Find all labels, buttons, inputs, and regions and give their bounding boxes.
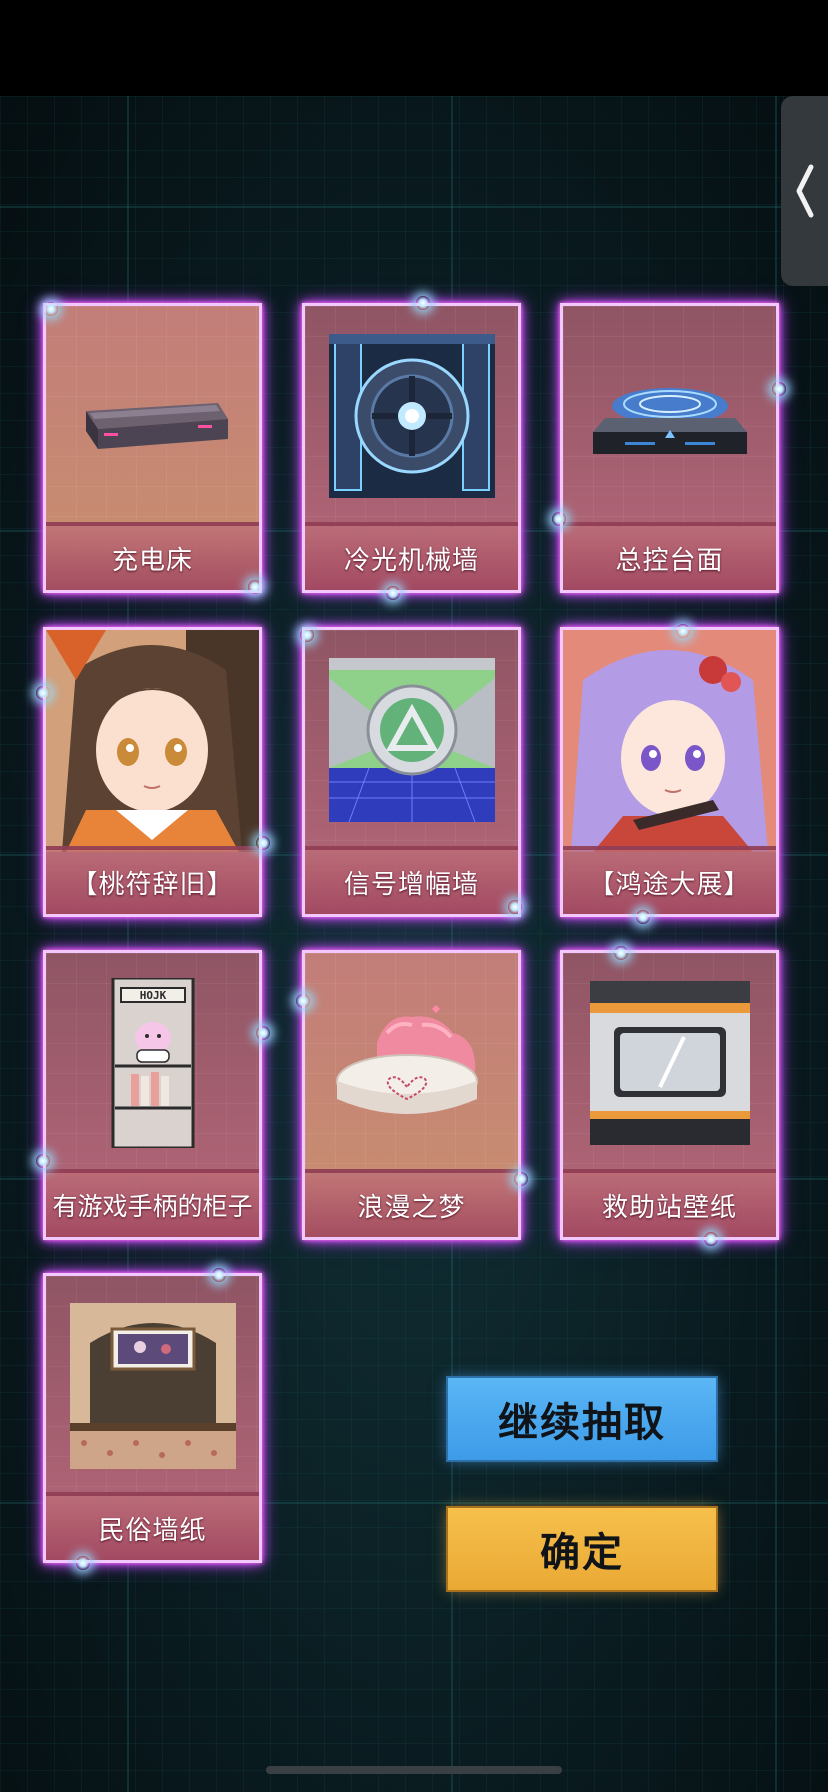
card-label: 信号增幅墙 (343, 869, 479, 900)
card-label-bar: 【桃符辞旧】 (46, 846, 259, 914)
character-portrait-brown-hair (46, 630, 259, 852)
game-cabinet-art: HOJK (111, 978, 194, 1148)
mech-wall-art (328, 334, 495, 498)
card-art (46, 1276, 259, 1496)
card-art: HOJK (46, 953, 259, 1173)
card-label-bar: 充电床 (46, 522, 259, 590)
card-label-bar: 有游戏手柄的柜子 (46, 1169, 259, 1237)
sparkle-icon (256, 1026, 270, 1040)
gacha-result-screen: 充电床 冷光机械墙 总控台面 【桃符辞旧】 信号增幅墙 【鸿途大展】 HOJK … (0, 0, 828, 1792)
sparkle-icon (248, 580, 262, 594)
sparkle-icon (296, 994, 310, 1008)
card-label-bar: 民俗墙纸 (46, 1492, 259, 1560)
romantic-bed-art (335, 1005, 478, 1114)
reward-card-game-cabinet[interactable]: HOJK 有游戏手柄的柜子 (43, 950, 262, 1240)
card-art (46, 306, 259, 526)
card-label: 【鸿途大展】 (588, 869, 751, 900)
card-label-bar: 冷光机械墙 (305, 522, 518, 590)
card-label: 冷光机械墙 (343, 545, 479, 576)
card-label-bar: 救助站壁纸 (563, 1169, 776, 1237)
control-console-art (592, 388, 747, 454)
reward-card-girl-brown-hair[interactable]: 【桃符辞旧】 (43, 627, 262, 917)
chevron-left-icon (796, 164, 813, 218)
card-art (563, 953, 776, 1173)
sparkle-icon (676, 624, 690, 638)
reward-card-folk-wallpaper[interactable]: 民俗墙纸 (43, 1273, 262, 1563)
status-bar-area (0, 0, 828, 96)
reward-card-charging-bed[interactable]: 充电床 (43, 303, 262, 593)
card-art (305, 953, 518, 1173)
sparkle-icon (76, 1556, 90, 1570)
reward-card-girl-purple-hair[interactable]: 【鸿途大展】 (560, 627, 779, 917)
reward-card-signal-wall[interactable]: 信号增幅墙 (302, 627, 521, 917)
sparkle-icon (300, 628, 314, 642)
character-portrait-purple-hair (563, 630, 776, 852)
signal-wall-art (328, 658, 495, 822)
svg-text:HOJK: HOJK (139, 989, 166, 1002)
card-label-bar: 【鸿途大展】 (563, 846, 776, 914)
sparkle-icon (44, 302, 58, 316)
card-label: 【桃符辞旧】 (71, 869, 234, 900)
sparkle-icon (514, 1172, 528, 1186)
reward-card-romantic-bed[interactable]: 浪漫之梦 (302, 950, 521, 1240)
sparkle-icon (772, 382, 786, 396)
sparkle-icon (508, 900, 522, 914)
home-indicator[interactable] (266, 1766, 562, 1774)
sparkle-icon (36, 686, 50, 700)
card-label-bar: 总控台面 (563, 522, 776, 590)
card-art (305, 630, 518, 850)
reward-card-rescue-wallpaper[interactable]: 救助站壁纸 (560, 950, 779, 1240)
card-art (46, 630, 259, 852)
rescue-wallpaper-art (589, 981, 750, 1145)
card-label: 民俗墙纸 (98, 1515, 207, 1546)
sparkle-icon (212, 1268, 226, 1282)
card-label-bar: 信号增幅墙 (305, 846, 518, 914)
sparkle-icon (704, 1232, 718, 1246)
card-label: 总控台面 (615, 545, 724, 576)
sparkle-icon (614, 946, 628, 960)
reward-card-mech-wall[interactable]: 冷光机械墙 (302, 303, 521, 593)
sparkle-icon (552, 512, 566, 526)
reward-card-control-console[interactable]: 总控台面 (560, 303, 779, 593)
card-label: 浪漫之梦 (357, 1192, 466, 1223)
sparkle-icon (636, 910, 650, 924)
sparkle-icon (256, 836, 270, 850)
confirm-button[interactable]: 确定 (448, 1508, 716, 1590)
card-label-bar: 浪漫之梦 (305, 1169, 518, 1237)
folk-wallpaper-art (69, 1303, 236, 1469)
back-button[interactable] (781, 96, 828, 286)
card-art (563, 630, 776, 852)
card-label: 充电床 (111, 545, 193, 576)
sparkle-icon (416, 296, 430, 310)
card-label: 救助站壁纸 (601, 1192, 737, 1223)
sparkle-icon (386, 586, 400, 600)
card-art (563, 306, 776, 526)
card-art (305, 306, 518, 526)
sparkle-icon (36, 1154, 50, 1168)
charging-bed-art (85, 403, 228, 449)
card-label: 有游戏手柄的柜子 (52, 1192, 253, 1221)
continue-draw-button[interactable]: 继续抽取 (448, 1378, 716, 1460)
